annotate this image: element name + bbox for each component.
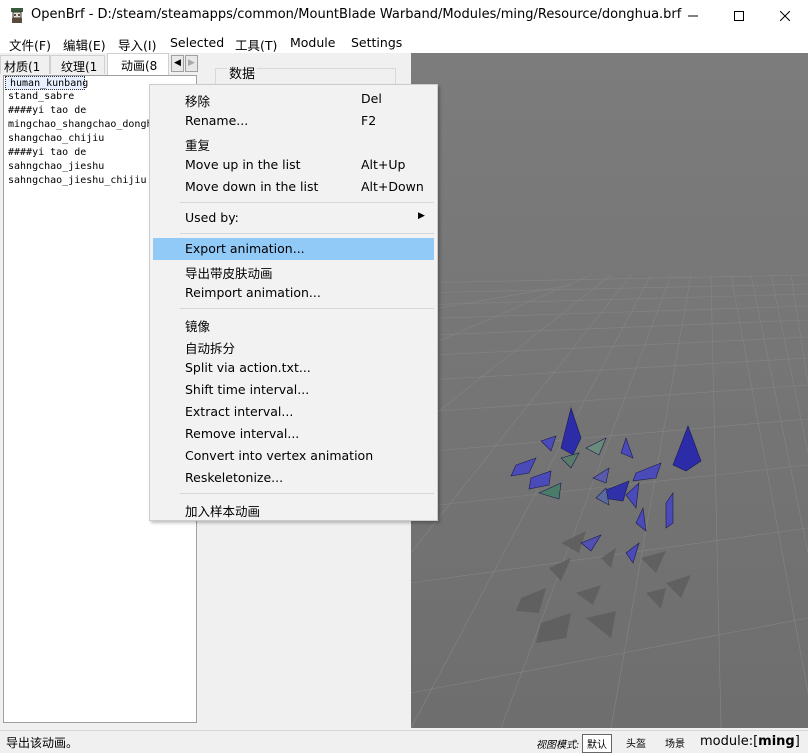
menu-import[interactable]: 导入(I)	[118, 35, 156, 54]
ctx-rename[interactable]: Rename... F2	[153, 110, 434, 132]
tab-animations[interactable]: 动画(8	[107, 53, 169, 75]
ctx-shortcut: Del	[361, 91, 382, 106]
data-groupbox-label: 数据	[227, 63, 258, 82]
view-mode-scene-button[interactable]: 场景	[661, 734, 689, 751]
ctx-label: Reskeletonize...	[185, 470, 284, 485]
ctx-mirror[interactable]: 镜像	[153, 313, 434, 335]
ctx-shortcut: Alt+Up	[361, 157, 406, 172]
ctx-export-animation[interactable]: Export animation...	[153, 238, 434, 260]
ctx-label: Used by:	[185, 210, 239, 225]
arrow-right-icon: ▶	[188, 58, 195, 68]
ctx-remove-interval[interactable]: Remove interval...	[153, 423, 434, 445]
menu-settings[interactable]: Settings	[351, 35, 402, 50]
module-indicator: module:[ming]	[700, 734, 800, 749]
view-mode-helmet-button[interactable]: 头盔	[622, 734, 650, 751]
window-title: OpenBrf - D:/steam/steamapps/common/Moun…	[31, 7, 682, 22]
menu-file[interactable]: 文件(F)	[9, 35, 51, 54]
ctx-shift-time-interval[interactable]: Shift time interval...	[153, 379, 434, 401]
status-bar: 导出该动画。 视图模式: 默认 头盔 场景 module:[ming]	[0, 730, 808, 753]
ctx-auto-split[interactable]: 自动拆分	[153, 335, 434, 357]
ctx-label: 重复	[185, 138, 211, 153]
view-mode-default-button[interactable]: 默认	[582, 734, 612, 753]
view-mode-label: 视图模式:	[536, 740, 580, 751]
tab-scroll-right-button[interactable]: ▶	[185, 55, 198, 72]
ctx-label: Split via action.txt...	[185, 360, 311, 375]
ctx-label: Reimport animation...	[185, 285, 321, 300]
menu-selected[interactable]: Selected	[170, 35, 224, 50]
ctx-move-up[interactable]: Move up in the list Alt+Up	[153, 154, 434, 176]
ctx-label: 加入样本动画	[185, 504, 261, 519]
ctx-duplicate[interactable]: 重复	[153, 132, 434, 154]
module-prefix: module:[	[700, 734, 759, 749]
ctx-add-sample-animation[interactable]: 加入样本动画	[153, 498, 434, 520]
ctx-label: Move up in the list	[185, 157, 301, 172]
ctx-convert-vertex-animation[interactable]: Convert into vertex animation	[153, 445, 434, 467]
submenu-arrow-icon: ▶	[418, 211, 425, 221]
ctx-export-skinned-animation[interactable]: 导出带皮肤动画	[153, 260, 434, 282]
menu-module[interactable]: Module	[290, 35, 335, 50]
tab-textures[interactable]: 纹理(1	[50, 55, 105, 74]
close-button[interactable]	[762, 0, 808, 31]
close-icon	[780, 10, 790, 21]
app-icon	[11, 8, 23, 23]
maximize-button[interactable]	[716, 0, 762, 31]
ctx-used-by[interactable]: Used by: ▶	[153, 207, 434, 229]
menu-separator	[180, 308, 434, 309]
maximize-icon	[734, 10, 744, 21]
minimize-button[interactable]	[670, 0, 716, 31]
ctx-split-via-action[interactable]: Split via action.txt...	[153, 357, 434, 379]
ctx-label: 自动拆分	[185, 341, 236, 356]
context-menu: 移除 Del Rename... F2 重复 Move up in the li…	[149, 84, 438, 521]
status-text: 导出该动画。	[6, 736, 79, 750]
ctx-shortcut: F2	[361, 113, 377, 128]
ctx-label: Export animation...	[185, 241, 305, 256]
ctx-remove[interactable]: 移除 Del	[153, 88, 434, 110]
menu-separator	[180, 493, 434, 494]
menu-tools[interactable]: 工具(T)	[235, 35, 277, 54]
ctx-label: Move down in the list	[185, 179, 319, 194]
ctx-move-down[interactable]: Move down in the list Alt+Down	[153, 176, 434, 198]
ctx-label: Convert into vertex animation	[185, 448, 374, 463]
menu-separator	[180, 202, 434, 203]
ctx-reskeletonize[interactable]: Reskeletonize...	[153, 467, 434, 489]
ctx-label: 镜像	[185, 319, 211, 334]
module-suffix: ]	[794, 734, 800, 749]
title-bar: OpenBrf - D:/steam/steamapps/common/Moun…	[0, 0, 808, 31]
menu-edit[interactable]: 编辑(E)	[63, 35, 106, 54]
menu-bar: 文件(F) 编辑(E) 导入(I) Selected 工具(T) Module …	[0, 31, 808, 53]
minimize-icon	[688, 15, 698, 16]
ctx-label: Remove interval...	[185, 426, 300, 441]
viewport-scene	[411, 53, 808, 728]
ctx-shortcut: Alt+Down	[361, 179, 424, 194]
tab-scroll-left-button[interactable]: ◀	[171, 55, 184, 72]
ctx-extract-interval[interactable]: Extract interval...	[153, 401, 434, 423]
ctx-label: 移除	[185, 94, 211, 109]
arrow-left-icon: ◀	[174, 58, 181, 68]
list-item[interactable]: human_kunbang	[5, 76, 88, 90]
module-name: ming	[758, 734, 795, 749]
ctx-label: Shift time interval...	[185, 382, 310, 397]
menu-separator	[180, 233, 434, 234]
tab-materials[interactable]: 材质(1	[0, 55, 50, 74]
ctx-label: 导出带皮肤动画	[185, 266, 273, 281]
ctx-label: Extract interval...	[185, 404, 294, 419]
ctx-label: Rename...	[185, 113, 249, 128]
3d-viewport[interactable]	[411, 53, 808, 728]
ctx-reimport-animation[interactable]: Reimport animation...	[153, 282, 434, 304]
